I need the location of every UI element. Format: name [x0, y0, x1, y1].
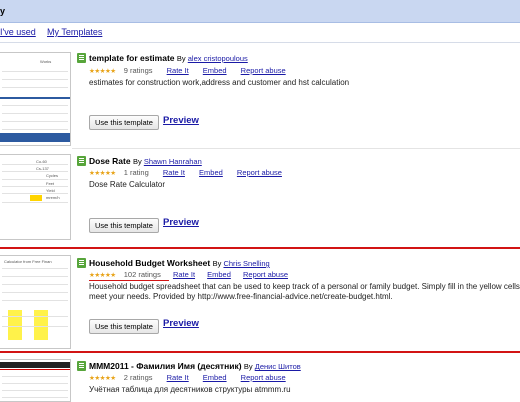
thumbnail-text: Calculator from Free Finan — [4, 259, 52, 264]
rating-row: ★★★★★ 1 rating Rate It Embed Report abus… — [89, 168, 282, 177]
author-link[interactable]: alex cristopoulous — [188, 54, 248, 63]
use-template-button[interactable]: Use this template — [89, 319, 159, 334]
divider — [0, 42, 520, 43]
page-title: y — [0, 6, 6, 16]
report-abuse-link[interactable]: Report abuse — [241, 66, 286, 75]
ratings-count: 9 ratings — [123, 66, 153, 75]
template-title[interactable]: Dose Rate — [89, 156, 131, 166]
thumbnail-text: mrem/h — [46, 195, 60, 200]
author-link[interactable]: Shawn Hanrahan — [144, 157, 202, 166]
use-template-button[interactable]: Use this template — [89, 218, 159, 233]
rating-row: ★★★★★ 2 ratings Rate It Embed Report abu… — [89, 373, 286, 382]
spreadsheet-icon — [77, 258, 86, 268]
rate-it-link[interactable]: Rate It — [167, 373, 189, 382]
rate-it-link[interactable]: Rate It — [167, 66, 189, 75]
tab-my-templates[interactable]: My Templates — [47, 27, 102, 37]
divider — [72, 148, 520, 149]
top-bar: y — [0, 0, 520, 23]
template-title-row: template for estimate By alex cristopoul… — [89, 53, 248, 63]
rating-stars: ★★★★★ — [89, 170, 116, 177]
embed-link[interactable]: Embed — [203, 373, 227, 382]
template-title[interactable]: template for estimate — [89, 53, 175, 63]
author-link[interactable]: Chris Snelling — [223, 259, 269, 268]
by-label: By — [176, 54, 186, 63]
report-abuse-link[interactable]: Report abuse — [243, 270, 288, 279]
template-thumbnail[interactable] — [0, 359, 71, 402]
template-description: meet your needs. Provided by http://www.… — [89, 292, 393, 301]
template-thumbnail[interactable]: Calculator from Free Finan — [0, 255, 71, 349]
template-description: Dose Rate Calculator — [89, 180, 166, 189]
highlight-border-top — [0, 247, 520, 249]
preview-link[interactable]: Preview — [163, 217, 199, 228]
report-abuse-link[interactable]: Report abuse — [237, 168, 282, 177]
preview-link[interactable]: Preview — [163, 115, 199, 126]
template-title[interactable]: MMM2011 - Фамилия Имя (десятник) — [89, 361, 242, 371]
ratings-count: 1 rating — [123, 168, 149, 177]
tab-ive-used[interactable]: I've used — [0, 27, 36, 37]
ratings-count: 102 ratings — [123, 270, 161, 279]
spreadsheet-icon — [77, 361, 86, 371]
by-label: By — [132, 157, 142, 166]
embed-link[interactable]: Embed — [203, 66, 227, 75]
rating-stars: ★★★★★ — [89, 68, 116, 75]
rating-row: ★★★★★ 102 ratings Rate It Embed Report a… — [89, 270, 288, 279]
template-title-row: Household Budget Worksheet By Chris Snel… — [89, 258, 270, 268]
highlight-border-bottom — [0, 351, 520, 353]
rating-stars: ★★★★★ — [89, 272, 116, 279]
ratings-count: 2 ratings — [123, 373, 153, 382]
thumbnail-text: Works — [40, 59, 52, 64]
template-tabs: I've used My Templates — [0, 27, 520, 39]
embed-link[interactable]: Embed — [207, 270, 231, 279]
template-thumbnail[interactable]: Co-60 Cs-137 Cycles Feet Yield mrem/h — [0, 154, 71, 240]
by-label: By — [212, 259, 222, 268]
rate-it-link[interactable]: Rate It — [163, 168, 185, 177]
embed-link[interactable]: Embed — [199, 168, 223, 177]
author-link[interactable]: Денис Шитов — [255, 362, 301, 371]
use-template-button[interactable]: Use this template — [89, 115, 159, 130]
report-abuse-link[interactable]: Report abuse — [241, 373, 286, 382]
template-title-row: MMM2011 - Фамилия Имя (десятник) By Дени… — [89, 361, 301, 371]
spreadsheet-icon — [77, 156, 86, 166]
template-description: Учётная таблица для десятников структуры… — [89, 385, 291, 394]
rating-stars: ★★★★★ — [89, 375, 116, 382]
rating-row: ★★★★★ 9 ratings Rate It Embed Report abu… — [89, 66, 286, 75]
preview-link[interactable]: Preview — [163, 318, 199, 329]
spreadsheet-icon — [77, 53, 86, 63]
thumbnail-text: Cycles — [46, 173, 59, 178]
rate-it-link[interactable]: Rate It — [173, 270, 195, 279]
by-label: By — [243, 362, 253, 371]
template-title[interactable]: Household Budget Worksheet — [89, 258, 210, 268]
template-thumbnail[interactable]: Works — [0, 52, 71, 146]
template-title-row: Dose Rate By Shawn Hanrahan — [89, 156, 202, 166]
template-description: estimates for construction work,address … — [89, 78, 350, 87]
